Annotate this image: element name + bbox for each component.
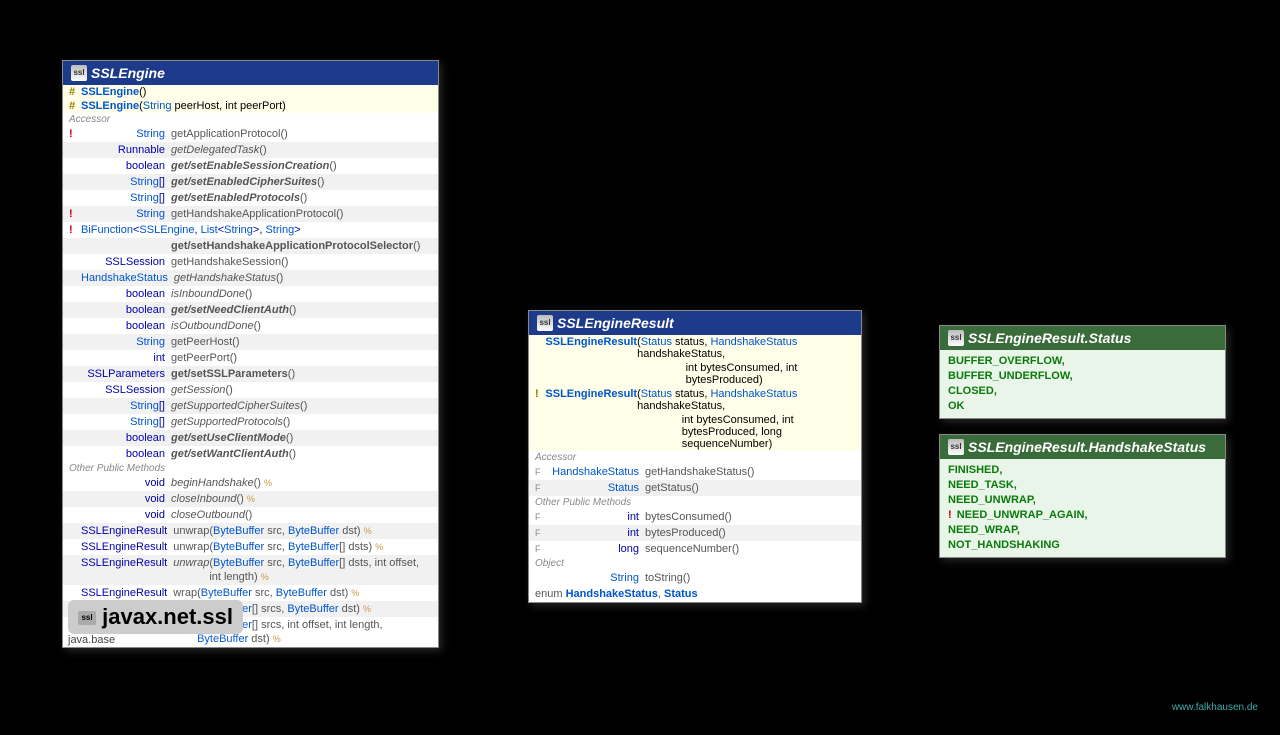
member-row: booleanisInboundDone () [63,286,438,302]
member-row: voidbeginHandshake () % [63,475,438,491]
member-row: booleanget/setUseClientMode () [63,430,438,446]
constructor-row: !SSLEngineResult (Status status, Handsha… [529,387,861,413]
member-row: FintbytesConsumed () [529,509,861,525]
member-row: FHandshakeStatusgetHandshakeStatus () [529,464,861,480]
class-title: SSLEngine [91,65,165,81]
class-header: ssl SSLEngine [63,61,438,85]
enum-value: BUFFER_UNDERFLOW, [948,369,1217,384]
member-row: FStatusgetStatus () [529,480,861,496]
enum-value: CLOSED, [948,384,1217,399]
member-row: SSLEngineResultunwrap (ByteBuffer src, B… [63,555,438,585]
member-row: booleanget/setEnableSessionCreation () [63,158,438,174]
class-SSLEngine: ssl SSLEngine #SSLEngine ()#SSLEngine (S… [62,60,439,648]
package-label: ssl javax.net.ssl [68,600,243,634]
member-row: HandshakeStatusgetHandshakeStatus () [63,270,438,286]
enum-values: BUFFER_OVERFLOW,BUFFER_UNDERFLOW,CLOSED,… [940,350,1225,418]
member-row: SSLSessiongetHandshakeSession () [63,254,438,270]
enum-value: NEED_UNWRAP, [948,493,1217,508]
enum-values: FINISHED,NEED_TASK,NEED_UNWRAP,! NEED_UN… [940,459,1225,557]
section-label: Other Public Methods [63,462,438,475]
enum-header: ssl SSLEngineResult.HandshakeStatus [940,435,1225,459]
enum-value: BUFFER_OVERFLOW, [948,354,1217,369]
enum-value: OK [948,399,1217,414]
section-label: Accessor [63,113,438,126]
member-row: voidcloseOutbound () [63,507,438,523]
member-row: RunnablegetDelegatedTask () [63,142,438,158]
member-row: SSLSessiongetSession () [63,382,438,398]
ssl-icon: ssl [948,330,964,346]
member-row: String[]get/setEnabledProtocols () [63,190,438,206]
ssl-icon: ssl [71,65,87,81]
source-link[interactable]: www.falkhausen.de [1172,702,1258,713]
enum-Status: ssl SSLEngineResult.Status BUFFER_OVERFL… [939,325,1226,419]
enum-title: SSLEngineResult.Status [968,330,1131,346]
member-row: get/setHandshakeApplicationProtocolSelec… [63,238,438,254]
section-label: Other Public Methods [529,496,861,509]
enum-HandshakeStatus: ssl SSLEngineResult.HandshakeStatus FINI… [939,434,1226,558]
member-row: SSLEngineResultunwrap (ByteBuffer src, B… [63,523,438,539]
member-row: booleanget/setWantClientAuth () [63,446,438,462]
constructor-row: #SSLEngine (String peerHost, int peerPor… [63,99,438,113]
enum-title: SSLEngineResult.HandshakeStatus [968,439,1206,455]
member-row: booleanget/setNeedClientAuth () [63,302,438,318]
member-row: FintbytesProduced () [529,525,861,541]
enum-value: FINISHED, [948,463,1217,478]
members-section: Accessor!StringgetApplicationProtocol ()… [63,113,438,647]
enum-value: NEED_TASK, [948,478,1217,493]
constructor-row: #SSLEngine () [63,85,438,99]
inner-enums: enum HandshakeStatus, Status [529,586,861,602]
member-row: !StringgetApplicationProtocol () [63,126,438,142]
member-row: StringtoString () [529,570,861,586]
member-row: voidcloseInbound () % [63,491,438,507]
constructor-row: SSLEngineResult (Status status, Handshak… [529,335,861,361]
enum-header: ssl SSLEngineResult.Status [940,326,1225,350]
members-section: AccessorFHandshakeStatusgetHandshakeStat… [529,451,861,586]
ssl-icon: ssl [537,315,553,331]
section-label: Object [529,557,861,570]
member-row: booleanisOutboundDone () [63,318,438,334]
member-row: String[]getSupportedProtocols () [63,414,438,430]
section-label: Accessor [529,451,861,464]
class-header: ssl SSLEngineResult [529,311,861,335]
enum-value: NEED_WRAP, [948,523,1217,538]
class-title: SSLEngineResult [557,315,674,331]
member-row: StringgetPeerHost () [63,334,438,350]
member-row: String[]get/setEnabledCipherSuites () [63,174,438,190]
enum-value: NOT_HANDSHAKING [948,538,1217,553]
member-row: FlongsequenceNumber () [529,541,861,557]
class-SSLEngineResult: ssl SSLEngineResult SSLEngineResult (Sta… [528,310,862,603]
constructors-section: #SSLEngine ()#SSLEngine (String peerHost… [63,85,438,113]
member-row: SSLEngineResultwrap (ByteBuffer src, Byt… [63,585,438,601]
ssl-icon: ssl [78,611,96,625]
member-row: !StringgetHandshakeApplicationProtocol (… [63,206,438,222]
ssl-icon: ssl [948,439,964,455]
enum-value: ! NEED_UNWRAP_AGAIN, [948,508,1217,523]
module-label: java.base [68,634,115,646]
member-row: String[]getSupportedCipherSuites () [63,398,438,414]
member-row: intgetPeerPort () [63,350,438,366]
member-row: SSLParametersget/setSSLParameters () [63,366,438,382]
member-row: SSLEngineResultunwrap (ByteBuffer src, B… [63,539,438,555]
constructors-section: SSLEngineResult (Status status, Handshak… [529,335,861,451]
member-row: !BiFunction<SSLEngine, List<String>, Str… [63,222,438,238]
